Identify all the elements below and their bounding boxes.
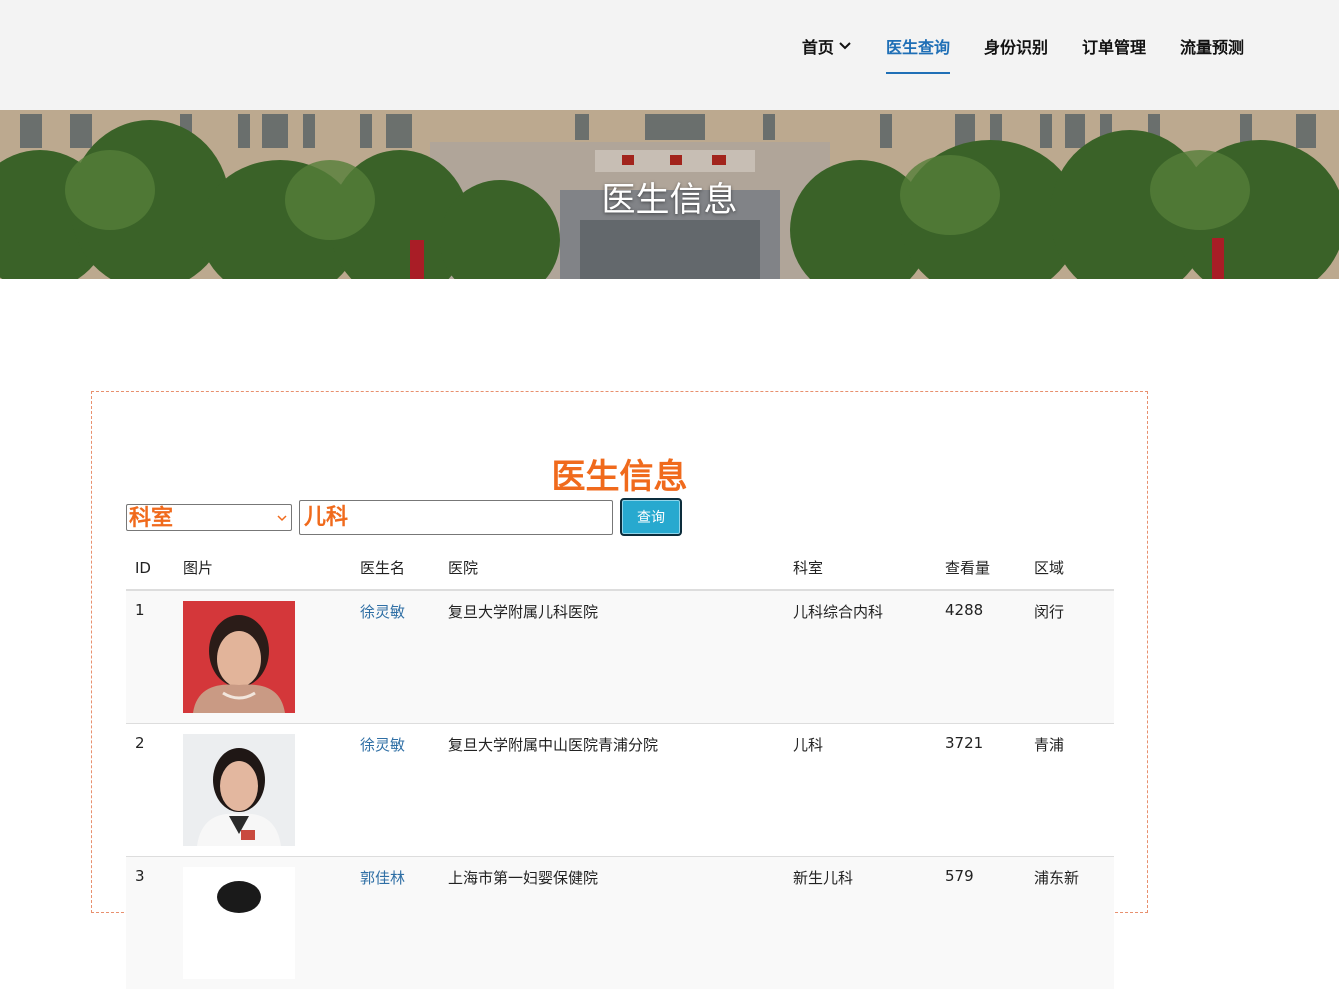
col-header-region: 区域: [1025, 552, 1114, 590]
col-header-id: ID: [126, 552, 174, 590]
nav-item-doctor-search[interactable]: 医生查询: [886, 34, 950, 74]
nav-item-label: 流量预测: [1180, 34, 1244, 58]
search-input[interactable]: 儿科: [299, 500, 613, 535]
col-header-doctor-name: 医生名: [351, 552, 439, 590]
doctor-search-panel: 医生信息 科室 儿科 查询 ID 图片 医生名 医院 科室 查看量 区域: [91, 391, 1148, 913]
table-row: 2 徐灵敏 复旦大学附属中山医院青浦分院 儿科 3721 青浦: [126, 724, 1114, 857]
col-header-photo: 图片: [174, 552, 351, 590]
search-field-select[interactable]: 科室: [126, 504, 292, 531]
table-row: 3 郭佳林 上海市第一妇婴保健院 新生儿科 579 浦东新: [126, 857, 1114, 989]
cell-region: 浦东新: [1025, 857, 1114, 989]
nav-item-identity[interactable]: 身份识别: [984, 34, 1048, 74]
chevron-down-icon: [277, 513, 287, 523]
cell-region: 闵行: [1025, 590, 1114, 724]
query-button[interactable]: 查询: [620, 498, 682, 536]
cell-views: 3721: [936, 724, 1025, 857]
cell-id: 3: [126, 857, 174, 989]
cell-department: 儿科综合内科: [784, 590, 936, 724]
col-header-department: 科室: [784, 552, 936, 590]
panel-title: 医生信息: [92, 449, 1147, 498]
doctor-name-link[interactable]: 徐灵敏: [360, 736, 405, 754]
doctor-photo: [183, 601, 295, 713]
nav-item-label: 订单管理: [1082, 34, 1146, 58]
doctor-photo: [183, 734, 295, 846]
hero-banner: 医生信息: [0, 110, 1339, 279]
nav-item-home[interactable]: 首页: [802, 34, 852, 74]
col-header-views: 查看量: [936, 552, 1025, 590]
cell-hospital: 复旦大学附属中山医院青浦分院: [439, 724, 784, 857]
col-header-hospital: 医院: [439, 552, 784, 590]
main-nav: 首页 医生查询 身份识别 订单管理 流量预测: [802, 34, 1244, 74]
cell-department: 儿科: [784, 724, 936, 857]
table-header-row: ID 图片 医生名 医院 科室 查看量 区域: [126, 552, 1114, 590]
banner-title: 医生信息: [0, 172, 1339, 221]
nav-item-label: 医生查询: [886, 34, 950, 58]
doctor-name-link[interactable]: 徐灵敏: [360, 603, 405, 621]
cell-hospital: 复旦大学附属儿科医院: [439, 590, 784, 724]
nav-item-label: 首页: [802, 34, 834, 58]
cell-views: 4288: [936, 590, 1025, 724]
cell-hospital: 上海市第一妇婴保健院: [439, 857, 784, 989]
cell-views: 579: [936, 857, 1025, 989]
doctor-table: ID 图片 医生名 医院 科室 查看量 区域 1: [126, 552, 1114, 989]
cell-id: 1: [126, 590, 174, 724]
doctor-photo: [183, 867, 295, 979]
nav-item-label: 身份识别: [984, 34, 1048, 58]
top-header: 首页 医生查询 身份识别 订单管理 流量预测: [0, 0, 1339, 110]
search-row: 科室 儿科 查询: [126, 498, 682, 536]
select-value: 科室: [129, 506, 173, 531]
chevron-down-icon: [838, 39, 852, 53]
doctor-name-link[interactable]: 郭佳林: [360, 869, 405, 887]
cell-region: 青浦: [1025, 724, 1114, 857]
cell-id: 2: [126, 724, 174, 857]
cell-department: 新生儿科: [784, 857, 936, 989]
table-row: 1 徐灵敏 复旦大学附属儿科医院 儿科综合内科 4288 闵行: [126, 590, 1114, 724]
nav-item-orders[interactable]: 订单管理: [1082, 34, 1146, 74]
nav-item-traffic-forecast[interactable]: 流量预测: [1180, 34, 1244, 74]
